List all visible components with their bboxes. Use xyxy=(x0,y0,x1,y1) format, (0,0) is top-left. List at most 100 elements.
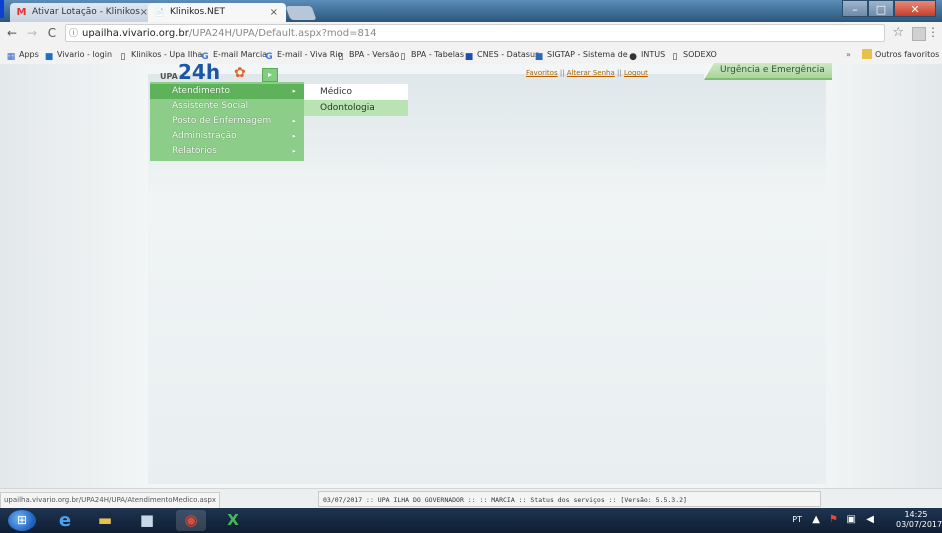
minimize-button[interactable]: – xyxy=(842,0,868,17)
bookmark-label: BPA - Tabelas xyxy=(411,50,465,59)
submenu-arrow-icon: ▸ xyxy=(292,87,296,95)
bookmark-label: E-mail - Viva Rio xyxy=(277,50,343,59)
show-hidden-icons-icon[interactable]: ▲ xyxy=(812,514,820,525)
bookmark-icon: ■ xyxy=(44,52,54,62)
submenu-item-odontologia[interactable]: Odontologia xyxy=(304,100,408,116)
bookmark-sigtap[interactable]: ■ SIGTAP - Sistema de xyxy=(534,45,628,64)
bookmarks-overflow-button[interactable]: » xyxy=(846,45,851,64)
submenu-arrow-icon: ▸ xyxy=(292,147,296,155)
logo-24h-text: 24h xyxy=(178,60,221,84)
bookmark-intus[interactable]: ● INTUS xyxy=(628,45,665,64)
logout-link[interactable]: Logout xyxy=(624,69,648,77)
top-links: Favoritos || Alterar Senha || Logout xyxy=(526,69,648,77)
tab-title: Klinikos.NET xyxy=(170,7,225,17)
maximize-button[interactable]: □ xyxy=(868,0,894,17)
bookmark-star-icon[interactable]: ☆ xyxy=(892,25,904,40)
chrome-icon[interactable]: ◉ xyxy=(176,510,206,531)
logo-green-icon: ▸ xyxy=(262,68,278,82)
page-icon: ▯ xyxy=(120,52,126,62)
menu-item-atendimento[interactable]: Atendimento ▸ xyxy=(150,84,304,99)
browser-menu-icon[interactable]: ⋮ xyxy=(927,25,939,39)
address-bar-row: ← → C ⓘ upailha.vivario.org.br/UPA24H/UP… xyxy=(0,22,942,46)
bookmark-label: Klinikos - Upa Ilha xyxy=(131,50,203,59)
logo-upa-text: UPA xyxy=(160,72,178,81)
datasus-icon: ■ xyxy=(464,52,474,62)
volume-icon[interactable]: ◀ xyxy=(866,514,874,525)
section-title: Urgência e Emergência xyxy=(720,65,825,75)
other-bookmarks-label: Outros favoritos xyxy=(875,50,940,59)
menu-item-assistente-social[interactable]: Assistente Social xyxy=(150,99,304,114)
status-bar: upailha.vivario.org.br/UPA24H/UPA/Atendi… xyxy=(0,488,942,509)
apps-icon: ▦ xyxy=(6,52,16,62)
excel-icon[interactable]: X xyxy=(218,510,248,531)
info-icon[interactable]: ⓘ xyxy=(69,25,78,43)
close-tab-icon[interactable]: × xyxy=(140,3,148,22)
tab-ativar-lotacao[interactable]: M Ativar Lotação - Klinikos × xyxy=(10,3,156,22)
back-button[interactable]: ← xyxy=(4,25,20,41)
submenu-arrow-icon: ▸ xyxy=(292,117,296,125)
bookmark-label: Vivario - login xyxy=(57,50,113,59)
bookmark-label: BPA - Versão xyxy=(349,50,400,59)
bookmark-label: CNES - Datasus xyxy=(477,50,540,59)
forward-button[interactable]: → xyxy=(24,25,40,41)
reload-button[interactable]: C xyxy=(44,25,60,41)
page-icon: ▯ xyxy=(338,52,344,62)
menu-item-label: Atendimento xyxy=(172,86,231,96)
folder-icon xyxy=(862,49,872,59)
explorer-icon[interactable]: ▬ xyxy=(90,510,120,531)
bookmark-bpa-tabelas[interactable]: ▯ BPA - Tabelas xyxy=(398,45,465,64)
favoritos-link[interactable]: Favoritos xyxy=(526,69,558,77)
new-tab-button[interactable] xyxy=(285,6,317,20)
submenu-arrow-icon: ▸ xyxy=(292,132,296,140)
bookmark-cnes[interactable]: ■ CNES - Datasus xyxy=(464,45,539,64)
ie-icon[interactable]: e xyxy=(50,510,80,531)
link-separator: || xyxy=(559,69,565,77)
page-icon: ▯ xyxy=(400,52,406,62)
window-controls: – □ ✕ xyxy=(842,0,936,18)
intus-icon: ● xyxy=(629,52,637,62)
close-tab-icon[interactable]: × xyxy=(270,3,278,22)
tab-title: Ativar Lotação - Klinikos xyxy=(32,7,140,17)
main-menu: Atendimento ▸ Assistente Social Posto de … xyxy=(150,82,304,161)
menu-item-administracao[interactable]: Administração ▸ xyxy=(150,129,304,144)
bookmark-email-vivario[interactable]: G E-mail - Viva Rio xyxy=(264,45,342,64)
section-title-band: Urgência e Emergência xyxy=(704,63,832,80)
window-edge-marker xyxy=(0,0,4,18)
app-status-line: 03/07/2017 :: UPA ILHA DO GOVERNADOR :: … xyxy=(318,491,821,507)
gmail-icon: M xyxy=(16,7,27,18)
other-bookmarks[interactable]: Outros favoritos xyxy=(862,45,939,64)
flag-icon[interactable]: ⚑ xyxy=(829,514,838,525)
language-indicator[interactable]: PT xyxy=(792,515,802,524)
bookmark-vivario-login[interactable]: ■ Vivario - login xyxy=(44,45,112,64)
bookmark-sodexo[interactable]: ▯ SODEXO xyxy=(670,45,717,64)
clock-date: 03/07/2017 xyxy=(896,520,942,529)
sigtap-icon: ■ xyxy=(534,52,544,62)
alterar-senha-link[interactable]: Alterar Senha xyxy=(567,69,615,77)
system-tray: PT ▲ ⚑ ▣ ◀ 14:25 03/07/2017 xyxy=(742,508,942,533)
flower-logo-icon: ✿ xyxy=(234,65,246,81)
start-button[interactable]: ⊞ xyxy=(8,510,36,531)
url-host: upailha.vivario.org.br xyxy=(82,28,189,39)
bookmark-label: Apps xyxy=(19,50,39,59)
atendimento-submenu: Médico Odontologia xyxy=(304,84,408,116)
google-icon: G xyxy=(265,52,273,62)
tab-klinikos[interactable]: 📄 Klinikos.NET × xyxy=(148,3,286,22)
bookmark-label: SIGTAP - Sistema de xyxy=(547,50,628,59)
browser-tab-strip: M Ativar Lotação - Klinikos × 📄 Klinikos… xyxy=(0,0,942,22)
clock-time: 14:25 xyxy=(904,510,928,519)
submenu-item-medico[interactable]: Médico xyxy=(304,84,408,100)
clock[interactable]: 14:25 03/07/2017 xyxy=(896,510,942,530)
close-window-button[interactable]: ✕ xyxy=(894,0,936,17)
url-path: /UPA24H/UPA/Default.aspx?mod=814 xyxy=(188,28,377,39)
menu-item-relatorios[interactable]: Relatórios ▸ xyxy=(150,144,304,159)
bookmark-apps[interactable]: ▦ Apps xyxy=(6,45,39,64)
url-input[interactable]: ⓘ upailha.vivario.org.br/UPA24H/UPA/Defa… xyxy=(65,24,885,42)
extension-icon[interactable] xyxy=(912,27,926,41)
menu-item-posto-enfermagem[interactable]: Posto de Enfermagem ▸ xyxy=(150,114,304,129)
network-icon[interactable]: ▣ xyxy=(847,514,856,525)
media-icon[interactable]: ■ xyxy=(132,510,162,531)
page-icon: 📄 xyxy=(154,8,165,17)
link-separator: || xyxy=(617,69,622,77)
windows-taskbar: ⊞ e ▬ ■ ◉ X PT ▲ ⚑ ▣ ◀ 14:25 03/07/2017 xyxy=(0,508,942,533)
bookmark-bpa-versao[interactable]: ▯ BPA - Versão xyxy=(336,45,400,64)
